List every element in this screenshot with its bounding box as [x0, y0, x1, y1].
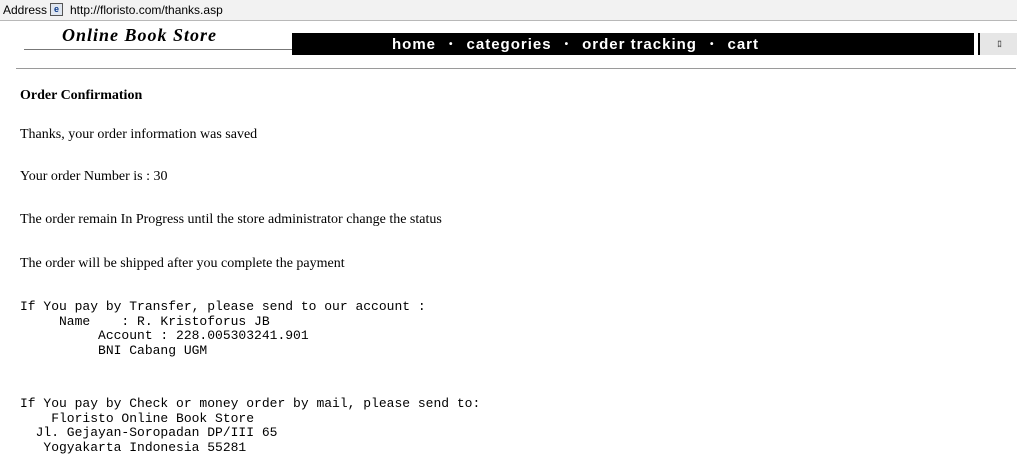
nav-separator: • — [564, 38, 570, 50]
nav-order-tracking-link[interactable]: order tracking — [582, 36, 697, 53]
city-address: Yogyakarta Indonesia 55281 — [20, 439, 247, 455]
page-icon: e — [50, 3, 63, 16]
header-divider — [16, 68, 1016, 69]
nav-categories-link[interactable]: categories — [467, 36, 552, 53]
status-message: The order remain In Progress until the s… — [20, 212, 442, 227]
nav-separator: • — [709, 38, 715, 50]
main-nav: home • categories • order tracking • car… — [292, 33, 974, 55]
transfer-instructions: If You pay by Transfer, please send to o… — [20, 299, 426, 358]
nav-cart-link[interactable]: cart — [727, 36, 759, 53]
account-number: Account : 228.005303241.901 — [20, 328, 309, 343]
confirmation-content: Order Confirmation Thanks, your order in… — [20, 87, 480, 454]
logo-divider — [24, 49, 299, 50]
page-title: Order Confirmation — [20, 88, 143, 103]
store-name: Floristo Online Book Store — [20, 410, 255, 426]
address-bar: Address e http://floristo.com/thanks.asp — [0, 0, 1017, 21]
nav-end-icon: ﾛ — [978, 33, 1017, 55]
check-instructions: If You pay by Check or money order by ma… — [20, 396, 481, 455]
account-name: Name : R. Kristoforus JB — [20, 313, 270, 329]
address-label: Address — [3, 3, 48, 17]
order-number: Your order Number is : 30 — [20, 169, 168, 184]
bank-branch: BNI Cabang UGM — [20, 342, 208, 358]
saved-message: Thanks, your order information was saved — [20, 127, 258, 142]
street-address: Jl. Gejayan-Soropadan DP/III 65 — [20, 425, 278, 440]
shipping-message: The order will be shipped after you comp… — [20, 256, 345, 271]
url-field[interactable]: http://floristo.com/thanks.asp — [70, 3, 223, 17]
transfer-intro: If You pay by Transfer, please send to o… — [20, 299, 426, 314]
check-intro: If You pay by Check or money order by ma… — [20, 396, 481, 411]
nav-separator: • — [449, 38, 454, 50]
nav-home-link[interactable]: home — [392, 36, 436, 53]
site-logo[interactable]: Online Book Store — [62, 24, 217, 46]
